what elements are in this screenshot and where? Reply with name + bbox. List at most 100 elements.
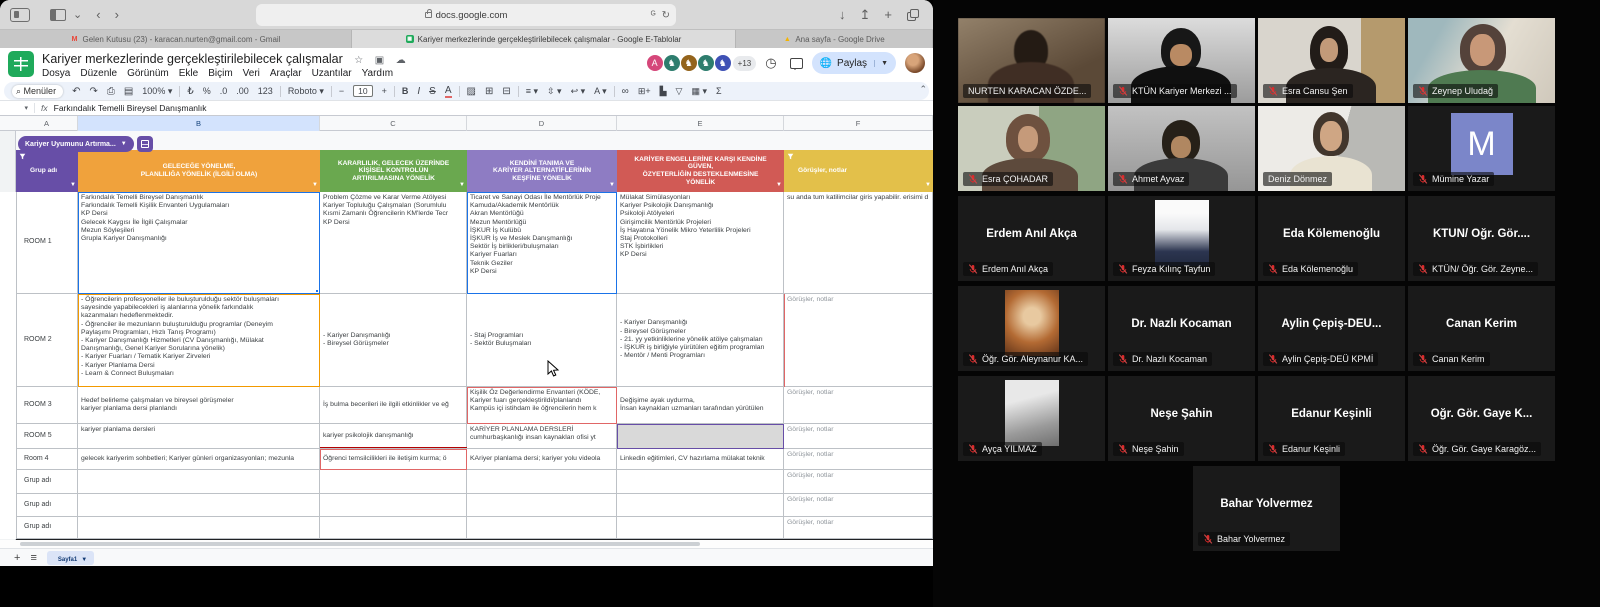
table-cell-C[interactable]: kariyer psikolojik danışmanlığı: [320, 424, 467, 449]
table-cell-E[interactable]: [617, 470, 784, 494]
row-label-cell[interactable]: ROOM 1: [16, 192, 78, 294]
column-header-B[interactable]: B: [78, 116, 320, 131]
collapse-toolbar-icon[interactable]: ⌃: [919, 84, 927, 95]
percent-format-icon[interactable]: %: [203, 86, 211, 96]
header-dropdown-icon[interactable]: ▼: [70, 182, 76, 190]
table-cell-E[interactable]: Değişime ayak uydurma, İnsan kaynakları …: [617, 387, 784, 424]
table-header-D[interactable]: KENDİNİ TANIMA VE KARİYER ALTERNATİFLERİ…: [467, 150, 617, 192]
table-cell-C[interactable]: [320, 517, 467, 539]
menu-item-görünüm[interactable]: Görünüm: [127, 68, 169, 79]
formula-value[interactable]: Farkındalık Temelli Bireysel Danışmanlık: [54, 103, 207, 113]
table-cell-B[interactable]: Hedef belirleme çalışmaları ve bireysel …: [78, 387, 320, 424]
address-bar[interactable]: docs.google.com ᴳ ↻: [256, 4, 676, 26]
bold-icon[interactable]: B: [402, 86, 409, 96]
font-size-decrease[interactable]: −: [339, 86, 344, 96]
share-icon[interactable]: ↥: [860, 0, 871, 30]
downloads-icon[interactable]: ↓: [839, 0, 846, 30]
undo-icon[interactable]: ↶: [72, 86, 80, 97]
strikethrough-icon[interactable]: S: [429, 86, 436, 97]
row-label-cell[interactable]: ROOM 5: [16, 424, 78, 449]
insert-comment-icon[interactable]: ⊞+: [638, 86, 651, 97]
collaborator-avatar[interactable]: ♞: [663, 54, 681, 72]
italic-icon[interactable]: I: [417, 86, 420, 97]
column-header-F[interactable]: F: [784, 116, 933, 131]
merge-cells-icon[interactable]: ⊟: [502, 86, 510, 97]
participant-tile[interactable]: Canan Kerim Canan Kerim: [1408, 286, 1555, 371]
participant-tile[interactable]: Edanur Keşinli Edanur Keşinli: [1258, 376, 1405, 461]
table-cell-C[interactable]: Problem Çözme ve Karar Verme Atölyesi Ka…: [320, 192, 467, 294]
header-dropdown-icon[interactable]: ▼: [776, 182, 782, 190]
table-cell-B[interactable]: Farkındalık Temelli Bireysel Danışmanlık…: [78, 192, 320, 294]
insert-chart-icon[interactable]: ▙: [660, 86, 667, 97]
table-cell-F[interactable]: Görüşler, notlar: [784, 517, 933, 539]
table-cell-E[interactable]: - Kariyer Danışmanlığı - Bireysel Görüşm…: [617, 294, 784, 387]
participant-tile[interactable]: Aylin Çepiş-DEÜ... Aylin Çepiş-DEÜ KPMİ: [1258, 286, 1405, 371]
row-label-cell[interactable]: Grup adı: [16, 517, 78, 539]
text-wrap-icon[interactable]: ↩ ▾: [571, 86, 586, 97]
table-cell-D[interactable]: Kişilik Öz Değerlendirme Envanteri (KÖDE…: [467, 387, 617, 424]
font-size-increase[interactable]: +: [382, 86, 387, 96]
font-select[interactable]: Roboto ▾: [288, 86, 324, 97]
new-tab-icon[interactable]: +: [884, 0, 892, 30]
comments-icon[interactable]: [790, 58, 803, 69]
horizontal-align-icon[interactable]: ≡ ▾: [526, 86, 538, 97]
version-history-icon[interactable]: ◷: [765, 55, 776, 71]
participant-tile[interactable]: Feyza Kılınç Tayfun: [1108, 196, 1255, 281]
participant-tile[interactable]: Esra Cansu Şen: [1258, 18, 1405, 103]
participant-tile[interactable]: KTÜN/ Öğr. Gör.... KTÜN/ Öğr. Gör. Zeyne…: [1408, 196, 1555, 281]
table-cell-B[interactable]: - Öğrencilerin profesyoneller ile buluşt…: [78, 294, 320, 387]
sheet-tab-menu-icon[interactable]: ▼: [81, 557, 87, 563]
participant-tile[interactable]: M Mümine Yazar: [1408, 106, 1555, 191]
text-rotate-icon[interactable]: A ▾: [594, 86, 607, 97]
menu-item-düzenle[interactable]: Düzenle: [80, 68, 117, 79]
paint-format-icon[interactable]: ▤: [124, 86, 133, 97]
spreadsheet-grid[interactable]: ABCDEF Kariyer Uyumunu Artırma...▼ Grup …: [0, 116, 933, 540]
menu-item-araçlar[interactable]: Araçlar: [270, 68, 302, 79]
row-label-cell[interactable]: ROOM 2: [16, 294, 78, 387]
sidebar-chevron-icon[interactable]: ⌄: [73, 0, 82, 30]
table-cell-F[interactable]: Görüşler, notlar: [784, 494, 933, 517]
participant-tile[interactable]: Öğr. Gör. Aleynanur KA...: [958, 286, 1105, 371]
table-cell-F[interactable]: Görüşler, notlar: [784, 449, 933, 470]
table-cell-F[interactable]: su anda tum katilimcilar giris yapabilir…: [784, 192, 933, 294]
table-header-E[interactable]: KARİYER ENGELLERİNE KARŞI KENDİNE GÜVEN,…: [617, 150, 784, 192]
row-label-cell[interactable]: Room 4: [16, 449, 78, 470]
column-header-D[interactable]: D: [467, 116, 617, 131]
table-cell-F[interactable]: Görüşler, notlar: [784, 294, 933, 387]
collaborator-avatar[interactable]: A: [646, 54, 664, 72]
google-sheets-logo-icon[interactable]: [8, 51, 34, 77]
collaborator-avatar[interactable]: ♞: [697, 54, 715, 72]
participant-tile[interactable]: KTÜN Kariyer Merkezi ...: [1108, 18, 1255, 103]
text-color-icon[interactable]: A: [445, 85, 452, 98]
menu-item-yardım[interactable]: Yardım: [362, 68, 394, 79]
row-label-cell[interactable]: Grup adı: [16, 494, 78, 517]
table-header-F[interactable]: Görüşler, notlar▼: [784, 150, 933, 192]
sheet-tab-sayfa1[interactable]: Sayfa1▼: [47, 551, 94, 565]
share-button[interactable]: 🌐 Paylaş ▼: [812, 52, 896, 74]
table-cell-C[interactable]: Öğrenci temsilcilikleri ile iletişim kur…: [320, 449, 467, 470]
browser-tab[interactable]: ▦Kariyer merkezlerinde gerçekleştirilebi…: [352, 30, 736, 48]
table-cell-D[interactable]: - Staj Programları - Sektör Buluşmaları: [467, 294, 617, 387]
table-header-A[interactable]: Grup adı▼: [16, 150, 78, 192]
table-cell-B[interactable]: [78, 470, 320, 494]
table-cell-C[interactable]: [320, 470, 467, 494]
column-header-A[interactable]: A: [16, 116, 78, 131]
participant-tile[interactable]: Zeynep Uludağ: [1408, 18, 1555, 103]
participant-tile[interactable]: Dr. Nazlı Kocaman Dr. Nazlı Kocaman: [1108, 286, 1255, 371]
sheet-tab-pill[interactable]: Kariyer Uyumunu Artırma...▼: [18, 136, 153, 152]
insert-link-icon[interactable]: ∞: [622, 86, 629, 97]
vertical-align-icon[interactable]: ⇳ ▾: [547, 86, 562, 97]
table-cell-E[interactable]: [617, 494, 784, 517]
participant-tile[interactable]: Öğr. Gör. Gaye K... Öğr. Gör. Gaye Karag…: [1408, 376, 1555, 461]
table-cell-C[interactable]: [320, 494, 467, 517]
menus-search-button[interactable]: ⌕ Menüler: [12, 85, 63, 98]
page-permissions-icon[interactable]: ᴳ: [651, 10, 656, 21]
row-label-cell[interactable]: Grup adı: [16, 470, 78, 494]
user-avatar[interactable]: [905, 53, 925, 73]
zoom-select[interactable]: 100% ▾: [142, 86, 172, 97]
collaborator-avatar[interactable]: ♞: [714, 54, 732, 72]
table-header-C[interactable]: KARARLILIK, GELECEK ÜZERİNDE KİŞİSEL KON…: [320, 150, 467, 192]
reload-icon[interactable]: ↻: [662, 10, 670, 21]
participant-tile[interactable]: Ayça YILMAZ: [958, 376, 1105, 461]
sidebar-toggle-icon[interactable]: [50, 9, 66, 21]
